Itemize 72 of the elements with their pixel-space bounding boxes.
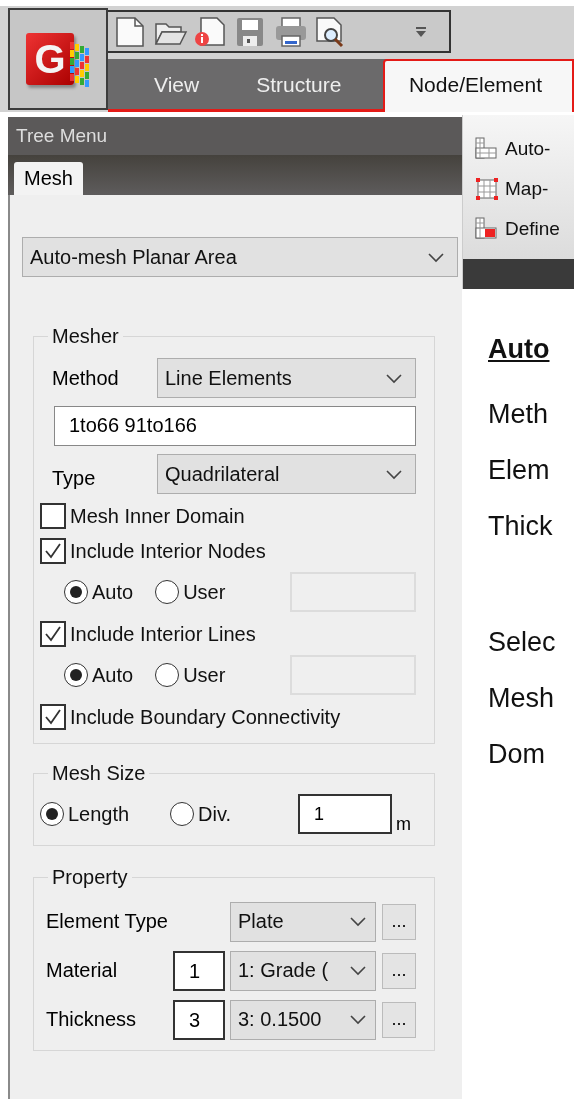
input-field[interactable]: 3 xyxy=(173,999,225,1040)
slide-text: Dom xyxy=(488,738,546,771)
radio-button[interactable] xyxy=(155,663,180,687)
group-title: Mesh Size xyxy=(51,762,147,785)
field-label: Material xyxy=(46,959,119,982)
radio-label: Length xyxy=(68,802,130,826)
slide-text: Meth xyxy=(488,398,550,431)
slide-text: Mesh xyxy=(488,682,556,715)
mesh-grid-icon xyxy=(475,177,499,201)
chevron-down-icon xyxy=(349,915,367,928)
panel-title: Tree Menu xyxy=(8,117,462,155)
chevron-down-icon xyxy=(427,250,445,264)
dropdown[interactable]: Line Elements xyxy=(157,358,416,398)
building-icon xyxy=(70,42,90,90)
checkbox[interactable] xyxy=(40,621,66,647)
checkbox-label: Include Interior Nodes xyxy=(70,539,266,563)
radio-button[interactable] xyxy=(64,663,88,687)
app-menu-button[interactable]: G xyxy=(8,8,108,110)
customize-dropdown-icon xyxy=(415,25,427,38)
mesh-grid-icon xyxy=(475,137,499,161)
ribbon-button[interactable]: Map- xyxy=(475,169,574,209)
more-button[interactable]: ... xyxy=(382,1001,416,1038)
document-info-icon xyxy=(194,15,228,48)
radio-button[interactable] xyxy=(155,580,180,604)
group-title: Property xyxy=(51,866,129,889)
checkbox-label: Mesh Inner Domain xyxy=(70,504,245,528)
unit-label: m xyxy=(396,814,411,835)
dropdown[interactable]: Quadrilateral xyxy=(157,454,416,494)
group-title: Mesher xyxy=(51,325,120,348)
input-field[interactable]: 1 xyxy=(173,950,225,991)
mesh-grid-icon xyxy=(475,217,499,241)
ribbon-button[interactable]: Define xyxy=(475,209,574,249)
chevron-down-icon xyxy=(349,1013,367,1026)
chevron-down-icon xyxy=(385,371,403,385)
checkbox-label: Include Interior Lines xyxy=(70,622,256,646)
field-label: Type xyxy=(52,465,97,490)
field-label: Thickness xyxy=(46,1008,138,1031)
dropdown[interactable]: 3: 0.1500 xyxy=(230,999,376,1040)
slide-heading: Auto xyxy=(488,334,551,366)
field-label: Method xyxy=(52,366,120,390)
slide-text: Selec xyxy=(488,626,557,659)
radio-label: Div. xyxy=(198,802,231,826)
mode-dropdown[interactable]: Auto-mesh Planar Area xyxy=(22,237,458,277)
logo-letter: G xyxy=(34,36,66,82)
input-field[interactable]: 1 xyxy=(298,794,392,834)
ribbon-tab[interactable]: Structure xyxy=(230,61,368,109)
dropdown[interactable]: 1: Grade ( xyxy=(230,950,376,991)
radio-label: Auto xyxy=(92,663,134,687)
slide-text: Elem xyxy=(488,454,551,487)
ribbon-tab[interactable]: Node/Element xyxy=(382,59,574,112)
slide-text: Thick xyxy=(488,510,554,543)
radio-label: User xyxy=(183,663,226,687)
radio-button[interactable] xyxy=(40,802,64,826)
checkbox-label: Include Boundary Connectivity xyxy=(70,705,341,729)
printer-icon xyxy=(274,15,308,48)
checkbox[interactable] xyxy=(40,538,66,564)
radio-button[interactable] xyxy=(64,580,88,604)
radio-button[interactable] xyxy=(170,802,194,826)
chevron-down-icon xyxy=(385,467,403,481)
field-label: Element Type xyxy=(46,910,169,933)
input-field[interactable]: 1to66 91to166 xyxy=(54,406,416,446)
more-button[interactable]: ... xyxy=(382,952,416,989)
ribbon-button[interactable]: Auto- xyxy=(475,129,574,169)
panel-tab[interactable]: Mesh xyxy=(14,162,83,195)
radio-label: Auto xyxy=(92,580,134,604)
more-button[interactable]: ... xyxy=(382,903,416,940)
ribbon-tab[interactable]: View xyxy=(128,61,226,109)
dropdown[interactable]: Plate xyxy=(230,901,376,942)
checkbox[interactable] xyxy=(40,503,66,529)
checkbox[interactable] xyxy=(40,704,66,730)
radio-label: User xyxy=(183,580,226,604)
chevron-down-icon xyxy=(349,964,367,977)
